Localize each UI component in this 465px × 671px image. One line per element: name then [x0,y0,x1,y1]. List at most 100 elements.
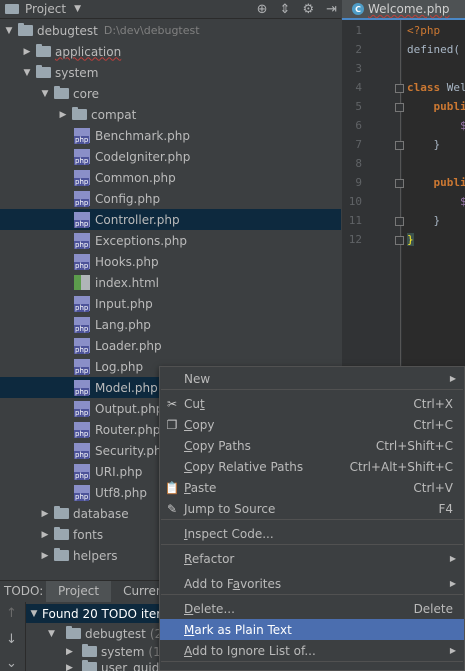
expanded-arrow-icon[interactable]: ▼ [4,26,14,36]
tree-item-label: CodeIgniter.php [95,149,191,164]
menu-item-shortcut: Ctrl+V [413,480,453,495]
tree-folder-row[interactable]: ▼ debugtest D:\dev\debugtest [0,20,341,41]
down-arrow-icon[interactable]: ↓ [6,632,17,647]
tree-folder-row[interactable]: ▶ compat [0,104,341,125]
todo-userguide-row[interactable]: ▶ user_guide [66,658,167,671]
line-number: 6 [355,119,362,132]
html-file-icon [74,275,90,290]
line-number: 4 [355,81,362,94]
php-file-icon [74,296,90,312]
fold-marker-icon[interactable] [395,103,404,112]
menu-separator [161,519,463,520]
collapsed-arrow-icon[interactable]: ▶ [40,509,50,519]
todo-project-row[interactable]: ▼ debugtest (20 [48,624,170,643]
menu-item-label: Delete... [184,601,235,616]
expand-arrow-icon: ▼ [30,608,38,619]
expanded-arrow-icon[interactable]: ▼ [40,89,50,99]
fold-marker-icon[interactable] [395,179,404,188]
tree-item-path: D:\dev\debugtest [103,24,200,37]
todo-tab-project[interactable]: Project [46,580,112,602]
line-number: 2 [355,43,362,56]
tree-file-row[interactable]: Common.php [0,167,341,188]
line-number: 5 [355,100,362,113]
tree-item-label: application [55,44,122,59]
tree-file-row[interactable]: Hooks.php [0,251,341,272]
tree-file-row[interactable]: Input.php [0,293,341,314]
php-file-icon [74,191,90,207]
line-number: 10 [348,195,362,208]
collapsed-arrow-icon[interactable]: ▶ [58,110,68,120]
tree-folder-row[interactable]: ▶ application [0,41,341,62]
editor-tab-welcome[interactable]: C Welcome.php [342,0,465,20]
menu-item-delete[interactable]: Delete... Delete [160,598,464,619]
php-file-icon [74,422,90,438]
menu-item-new[interactable]: New ▶ [160,368,464,389]
menu-item-copy-relative-paths[interactable]: Copy Relative Paths Ctrl+Alt+Shift+C [160,456,464,477]
project-view-selector[interactable]: Project ▼ [0,2,81,16]
hide-icon[interactable]: ⇥ [326,2,337,17]
menu-separator [161,544,463,545]
collapsed-arrow-icon[interactable]: ▶ [40,551,50,561]
tree-folder-row[interactable]: ▼ system [0,62,341,83]
tree-item-label: Model.php [95,380,158,395]
target-icon[interactable]: ⊕ [257,2,268,17]
code-line: } [407,138,441,151]
variable: $t [459,195,465,208]
folder-icon [54,506,69,519]
collapse-icon[interactable]: ⇕ [280,2,291,17]
code-line: } [407,214,441,227]
menu-item-inspect-code[interactable]: Inspect Code... [160,523,464,544]
menu-item-label: Paste [184,480,217,495]
expand-icon[interactable]: ⌄ [6,656,17,671]
menu-item-refactor[interactable]: Refactor ▶ [160,548,464,569]
tree-file-row[interactable]: Exceptions.php [0,230,341,251]
tree-item-label: Exceptions.php [95,233,187,248]
tree-file-row[interactable]: Lang.php [0,314,341,335]
php-file-icon [74,485,90,501]
menu-item-copy-paths[interactable]: Copy Paths Ctrl+Shift+C [160,435,464,456]
project-folder-icon [5,4,19,14]
menu-item-add-to-favorites[interactable]: Add to Favorites ▶ [160,573,464,594]
collapsed-arrow-icon[interactable]: ▶ [40,530,50,540]
php-file-icon [74,170,90,186]
menu-item-add-to-ignore-list-of[interactable]: Add to Ignore List of... ▶ [160,640,464,661]
tree-file-row[interactable]: Loader.php [0,335,341,356]
tree-item-label: Log.php [95,359,144,374]
up-arrow-icon[interactable]: ↑ [6,606,17,621]
menu-separator [161,389,463,390]
tree-file-row[interactable]: CodeIgniter.php [0,146,341,167]
collapsed-arrow-icon: ▶ [66,646,73,657]
tree-file-row[interactable]: Config.php [0,188,341,209]
fold-marker-icon[interactable] [395,217,404,226]
menu-item-copy[interactable]: ❐ Copy Ctrl+C [160,414,464,435]
tree-item-label: URI.php [95,464,143,479]
php-file-icon [74,233,90,249]
submenu-arrow-icon: ▶ [449,374,456,383]
fold-marker-icon[interactable] [395,141,404,150]
tree-file-row[interactable]: Benchmark.php [0,125,341,146]
editor-tab-bar: C Welcome.php [342,0,465,20]
code-line: $t [407,195,465,208]
collapsed-arrow-icon[interactable]: ▶ [22,47,32,57]
tree-file-row[interactable]: index.html [0,272,341,293]
expanded-arrow-icon[interactable]: ▼ [22,68,32,78]
menu-item-mark-as-plain-text[interactable]: Mark as Plain Text [160,619,464,640]
php-file-icon [74,443,90,459]
fold-marker-icon[interactable] [395,84,404,93]
folder-icon [36,44,51,57]
keyword: class [407,81,441,94]
menu-item-label: Add to Favorites [184,576,282,591]
tree-folder-row[interactable]: ▼ core [0,83,341,104]
menu-separator [161,661,463,662]
line-number: 7 [355,138,362,151]
menu-item-shortcut: Ctrl+Shift+C [375,438,453,453]
fold-marker-icon[interactable] [395,236,404,245]
menu-item-paste[interactable]: 📋 Paste Ctrl+V [160,477,464,498]
code-line: $t [407,119,465,132]
tree-file-row[interactable]: Controller.php [0,209,341,230]
copy-icon: ❐ [166,417,178,432]
menu-item-cut[interactable]: ✂ Cut Ctrl+X [160,393,464,414]
tree-item-label: Config.php [95,191,161,206]
menu-item-jump-to-source[interactable]: ✎ Jump to Source F4 [160,498,464,519]
gear-icon[interactable]: ⚙ [302,2,314,17]
